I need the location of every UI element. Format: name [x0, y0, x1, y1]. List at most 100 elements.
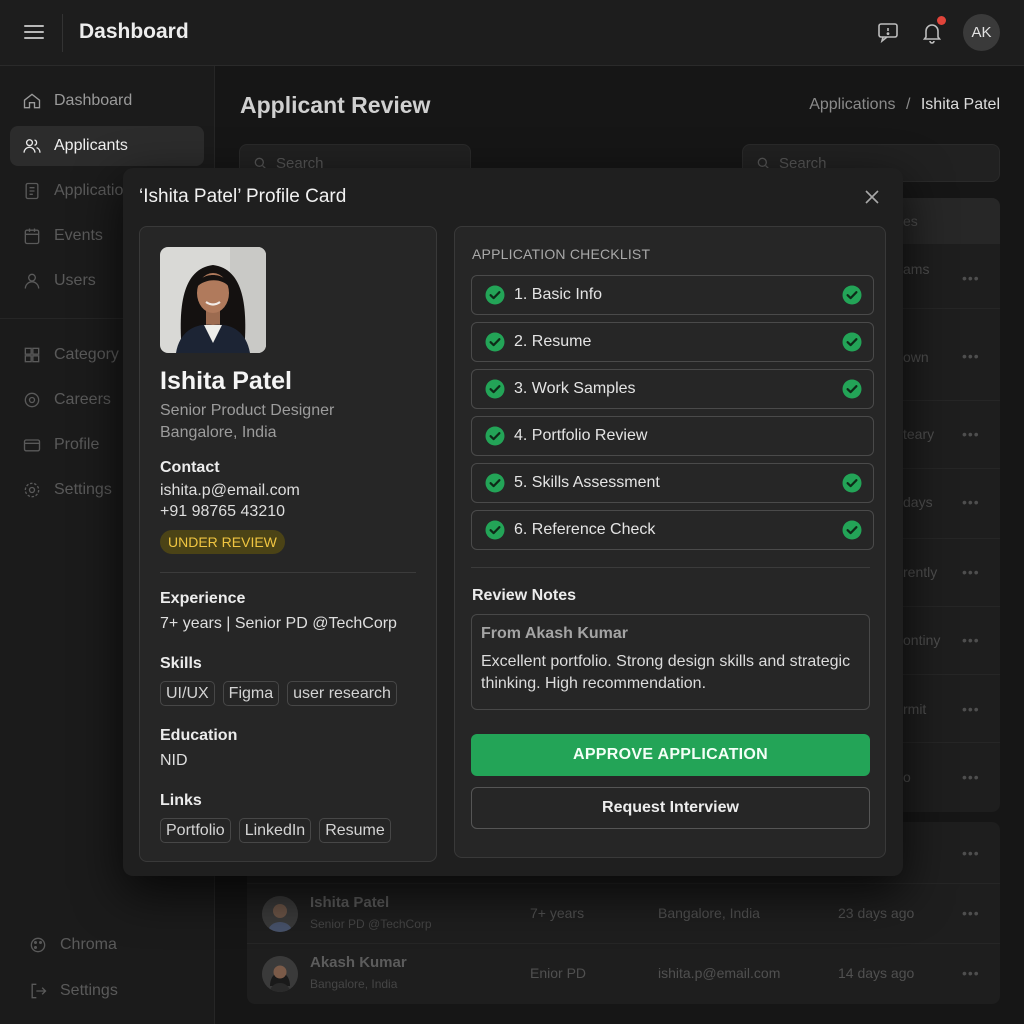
user-icon [24, 273, 40, 289]
row-more-button[interactable]: ••• [962, 769, 980, 785]
check-circle-icon [842, 285, 862, 305]
table-cell-fragment: rmit [903, 701, 927, 717]
request-interview-button[interactable]: Request Interview [471, 787, 870, 829]
sidebar-item-label: Careers [54, 391, 111, 408]
checklist-item-label: 5. Skills Assessment [514, 474, 660, 491]
profile-experience: 7+ years | Senior PD @TechCorp [160, 615, 397, 632]
row-divider [247, 943, 1000, 944]
row-more-button[interactable]: ••• [962, 270, 980, 286]
row-more-button[interactable]: ••• [962, 426, 980, 442]
table-cell-location: Bangalore, India [658, 905, 760, 921]
checklist-item[interactable]: 6. Reference Check [471, 510, 874, 550]
header-divider [62, 14, 63, 52]
calendar-icon [24, 228, 40, 245]
table-row-subtitle: Bangalore, India [310, 977, 398, 991]
row-more-button[interactable]: ••• [962, 965, 980, 981]
sidebar-item-label: Settings [60, 982, 118, 999]
notification-dot [937, 16, 946, 25]
profile-card-modal: ‘Ishita Patel’ Profile Card Ishita Patel… [123, 168, 903, 876]
sidebar-item-dashboard[interactable]: Dashboard [10, 81, 204, 121]
menu-icon[interactable] [24, 22, 44, 42]
profile-photo [160, 247, 266, 353]
table-row-name: Ishita Patel [310, 894, 390, 911]
app-title: Dashboard [79, 20, 189, 43]
users-icon [23, 139, 41, 153]
link-resume[interactable]: Resume [319, 818, 391, 843]
links-list: Portfolio LinkedIn Resume [160, 818, 391, 843]
checklist-item-label: 2. Resume [514, 333, 592, 350]
sidebar-item-chroma[interactable]: Chroma [10, 925, 204, 965]
sidebar-item-label: Profile [54, 436, 100, 453]
user-avatar[interactable]: AK [963, 14, 1000, 51]
home-icon [23, 93, 41, 109]
logout-icon [31, 983, 47, 999]
check-circle-icon [485, 332, 505, 352]
approve-application-button[interactable]: APPROVE APPLICATION [471, 734, 870, 776]
checklist-divider [471, 567, 870, 568]
sidebar-item-label: Dashboard [54, 92, 133, 109]
checklist-panel: APPLICATION CHECKLIST 1. Basic Info 2. R… [454, 226, 886, 858]
check-circle-icon [485, 285, 505, 305]
table-cell-experience: 7+ years [530, 905, 585, 921]
profile-name: Ishita Patel [160, 367, 292, 395]
row-more-button[interactable]: ••• [962, 564, 980, 580]
table-cell-fragment: teary [903, 426, 935, 442]
review-notes-heading: Review Notes [472, 587, 577, 604]
row-more-button[interactable]: ••• [962, 494, 980, 510]
check-circle-icon [842, 520, 862, 540]
row-more-button[interactable]: ••• [962, 845, 980, 861]
check-circle-icon [842, 473, 862, 493]
close-icon[interactable] [863, 188, 881, 206]
sidebar-item-label: Users [54, 272, 96, 289]
sidebar-item-logout[interactable]: Settings [10, 971, 204, 1011]
document-icon [25, 182, 39, 200]
review-notes-box[interactable]: From Akash Kumar Excellent portfolio. St… [471, 614, 870, 710]
chat-icon[interactable] [876, 20, 900, 44]
link-portfolio[interactable]: Portfolio [160, 818, 231, 843]
sidebar-item-label: Events [54, 227, 103, 244]
skill-chip: user research [287, 681, 397, 706]
profile-location: Bangalore, India [160, 424, 277, 441]
table-cell-fragment: ontiny [903, 632, 941, 648]
skill-chip: UI/UX [160, 681, 215, 706]
row-more-button[interactable]: ••• [962, 632, 980, 648]
table-row-subtitle: Senior PD @TechCorp [310, 917, 432, 931]
sidebar-item-applicants[interactable]: Applicants [10, 126, 204, 166]
checklist-item[interactable]: 5. Skills Assessment [471, 463, 874, 503]
check-circle-icon [485, 379, 505, 399]
table-cell-fragment: o [903, 769, 911, 785]
contact-heading: Contact [160, 459, 220, 476]
checklist-item[interactable]: 2. Resume [471, 322, 874, 362]
top-bar: Dashboard AK [0, 0, 1024, 66]
table-cell-fragment: days [903, 494, 933, 510]
table-header-fragment: es [903, 213, 918, 229]
checklist-item[interactable]: 1. Basic Info [471, 275, 874, 315]
gear-icon [24, 482, 40, 498]
row-more-button[interactable]: ••• [962, 701, 980, 717]
modal-title: ‘Ishita Patel’ Profile Card [139, 186, 347, 207]
row-more-button[interactable]: ••• [962, 905, 980, 921]
link-linkedin[interactable]: LinkedIn [238, 818, 312, 843]
breadcrumb-parent[interactable]: Applications [809, 96, 895, 113]
table-cell-time: 14 days ago [838, 965, 915, 981]
breadcrumb: Applications / Ishita Patel [809, 96, 1000, 114]
profile-phone[interactable]: +91 98765 43210 [160, 503, 285, 521]
skills-heading: Skills [160, 655, 202, 672]
breadcrumb-current: Ishita Patel [920, 96, 1000, 113]
checklist-item[interactable]: 3. Work Samples [471, 369, 874, 409]
row-more-button[interactable]: ••• [962, 348, 980, 364]
page-title: Applicant Review [240, 92, 431, 118]
experience-heading: Experience [160, 590, 246, 607]
profile-panel: Ishita Patel Senior Product Designer Ban… [139, 226, 437, 862]
notes-author: From Akash Kumar [481, 625, 628, 642]
profile-email[interactable]: ishita.p@email.com [160, 482, 300, 500]
grid-icon [24, 347, 40, 363]
check-circle-icon [485, 520, 505, 540]
checklist-item[interactable]: 4. Portfolio Review [471, 416, 874, 456]
checklist-item-label: 4. Portfolio Review [514, 427, 648, 444]
check-circle-icon [842, 379, 862, 399]
check-circle-icon [485, 473, 505, 493]
sidebar-item-label: Chroma [60, 936, 117, 953]
breadcrumb-separator: / [905, 96, 911, 113]
profile-role: Senior Product Designer [160, 402, 335, 419]
